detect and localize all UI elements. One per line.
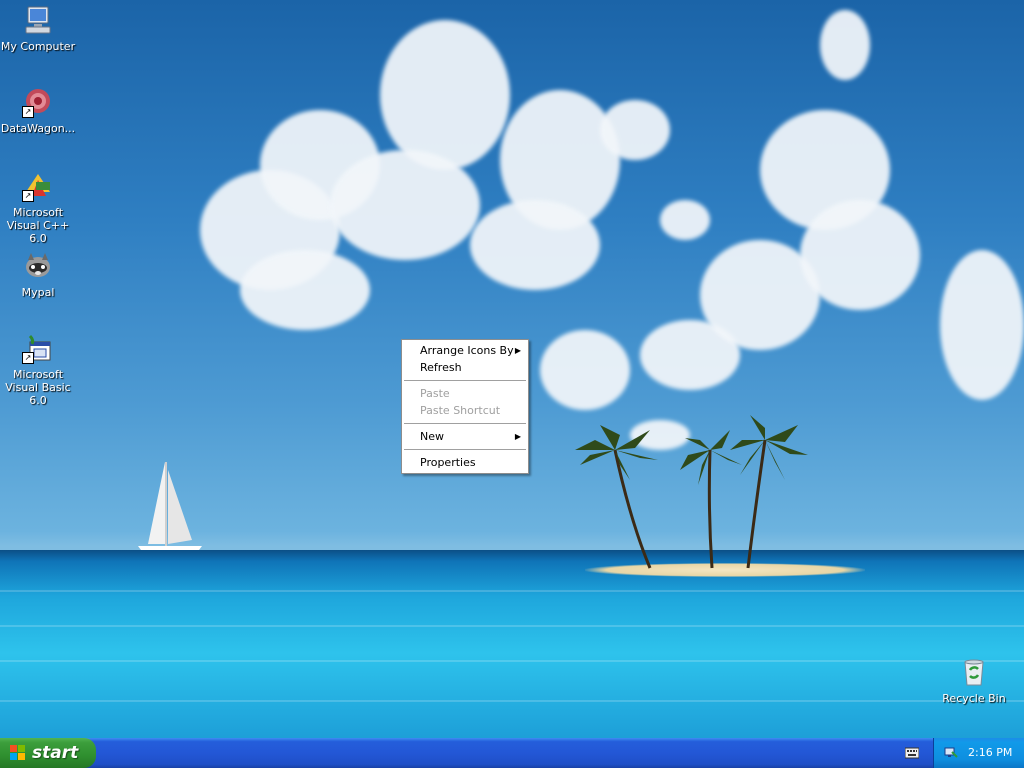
network-tray-icon[interactable]	[944, 746, 958, 760]
mypal-icon	[22, 250, 54, 282]
desktop-icon-label: Mypal	[21, 286, 55, 299]
menu-item-label: Properties	[420, 456, 476, 469]
menu-item-paste-shortcut[interactable]: Paste Shortcut	[402, 402, 528, 419]
desktop-icon-my-computer[interactable]: My Computer	[0, 4, 78, 53]
menu-item-label: New	[420, 430, 444, 443]
palm-trees-image	[575, 415, 808, 569]
system-tray: 2:16 PM	[933, 738, 1024, 768]
start-label: start	[32, 743, 79, 763]
taskbar: start 2:16 PM	[0, 738, 1024, 768]
wallpaper-cloud	[540, 330, 630, 410]
sailboat-image	[138, 462, 202, 557]
wallpaper-cloud	[330, 150, 480, 260]
datawagon-icon: ↗	[22, 86, 54, 118]
desktop-icon-mypal[interactable]: Mypal	[0, 250, 78, 299]
desktop-icon-visual-cpp[interactable]: ↗ Microsoft Visual C++ 6.0	[0, 170, 78, 245]
menu-item-label: Paste	[420, 387, 450, 400]
menu-item-properties[interactable]: Properties	[402, 454, 528, 471]
menu-separator	[404, 380, 526, 381]
desktop-icon-label: Recycle Bin	[942, 692, 1006, 705]
wallpaper-cloud	[240, 250, 370, 330]
wallpaper-cloud	[940, 250, 1024, 400]
recycle-bin-icon	[958, 656, 990, 688]
desktop-icon-visual-basic[interactable]: ↗ Microsoft Visual Basic 6.0	[0, 332, 78, 407]
menu-item-arrange-icons-by[interactable]: Arrange Icons By ▶	[402, 342, 528, 359]
desktop-context-menu: Arrange Icons By ▶ Refresh Paste Paste S…	[401, 339, 529, 474]
menu-item-label: Refresh	[420, 361, 462, 374]
visual-basic-icon: ↗	[22, 332, 54, 364]
wallpaper-cloud	[380, 20, 510, 170]
wallpaper-cloud	[600, 100, 670, 160]
wallpaper-cloud	[800, 200, 920, 310]
submenu-arrow-icon: ▶	[514, 432, 521, 441]
menu-item-label: Arrange Icons By	[420, 344, 514, 357]
menu-item-paste[interactable]: Paste	[402, 385, 528, 402]
desktop-icon-label: My Computer	[0, 40, 76, 53]
menu-separator	[404, 423, 526, 424]
menu-item-new[interactable]: New ▶	[402, 428, 528, 445]
desktop-icon-label: DataWagon...	[0, 122, 76, 135]
wallpaper-ocean	[0, 550, 1024, 738]
shortcut-arrow-icon: ↗	[22, 106, 34, 118]
menu-separator	[404, 449, 526, 450]
wallpaper-cloud	[820, 10, 870, 80]
computer-icon	[22, 4, 54, 36]
wallpaper-cloud	[470, 200, 600, 290]
desktop-icon-label: Microsoft Visual Basic 6.0	[5, 368, 71, 407]
desktop-icon-recycle-bin[interactable]: Recycle Bin	[934, 656, 1014, 705]
visual-cpp-icon: ↗	[22, 170, 54, 202]
clock[interactable]: 2:16 PM	[968, 738, 1012, 768]
menu-item-refresh[interactable]: Refresh	[402, 359, 528, 376]
desktop[interactable]: My Computer ↗ DataWagon... ↗ Microsoft V…	[0, 0, 1024, 738]
desktop-icon-datawagon[interactable]: ↗ DataWagon...	[0, 86, 78, 135]
wallpaper-cloud	[660, 200, 710, 240]
menu-item-label: Paste Shortcut	[420, 404, 501, 417]
desktop-icon-label: Microsoft Visual C++ 6.0	[6, 206, 70, 245]
windows-logo-icon	[10, 745, 25, 760]
keyboard-icon[interactable]	[905, 747, 919, 759]
start-button[interactable]: start	[0, 738, 96, 768]
submenu-arrow-icon: ▶	[514, 346, 521, 355]
shortcut-arrow-icon: ↗	[22, 190, 34, 202]
shortcut-arrow-icon: ↗	[22, 352, 34, 364]
